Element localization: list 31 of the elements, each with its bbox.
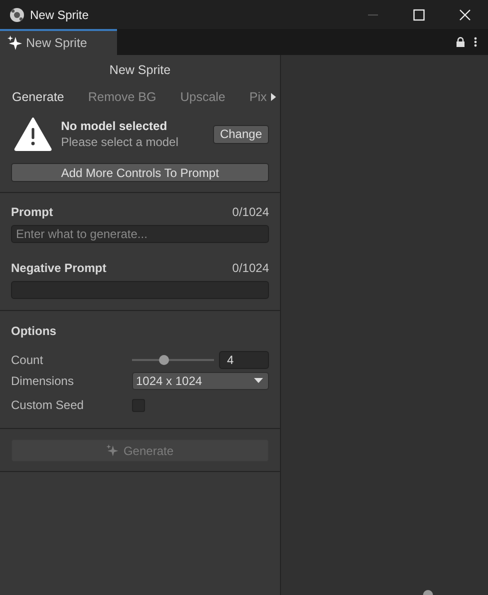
tab[interactable]: Pix <box>249 90 267 104</box>
field-label: Count <box>11 352 44 366</box>
app-icon <box>9 6 25 22</box>
field-label: Custom Seed <box>11 398 85 412</box>
caret-icon <box>254 378 263 383</box>
panel-title: New Sprite <box>108 62 172 79</box>
sparkle-icon <box>106 444 120 457</box>
change-button[interactable]: Change <box>212 124 269 144</box>
warning-title: No model selected <box>61 119 168 133</box>
dimensions-dropdown[interactable]: 1024 x 1024 <box>132 372 269 390</box>
sparkle-icon <box>7 35 23 51</box>
field-label: Negative Prompt <box>11 261 106 275</box>
field-label: Prompt <box>11 205 53 219</box>
tab[interactable]: Upscale <box>180 90 226 104</box>
more-icon[interactable] <box>474 37 477 47</box>
count-field[interactable]: 4 <box>219 350 269 368</box>
character-counter: 0/1024 <box>232 261 269 275</box>
warning-icon <box>14 117 52 151</box>
dock-tab[interactable]: New Sprite <box>0 29 117 55</box>
scroll-right-icon[interactable] <box>270 93 276 101</box>
window-title: New Sprite <box>30 8 89 22</box>
prompt-field[interactable]: Enter what to generate... <box>11 225 269 243</box>
character-counter: 0/1024 <box>232 205 269 219</box>
lock-icon[interactable] <box>456 37 465 47</box>
count-slider[interactable] <box>132 354 214 366</box>
warning-message: Please select a model <box>61 135 178 149</box>
tab[interactable]: Remove BG <box>88 90 156 104</box>
add-controls-button[interactable]: Add More Controls To Prompt <box>11 163 269 182</box>
tab[interactable]: Generate <box>12 90 64 104</box>
section-title: Options <box>11 324 58 338</box>
field-label: Dimensions <box>11 374 75 388</box>
